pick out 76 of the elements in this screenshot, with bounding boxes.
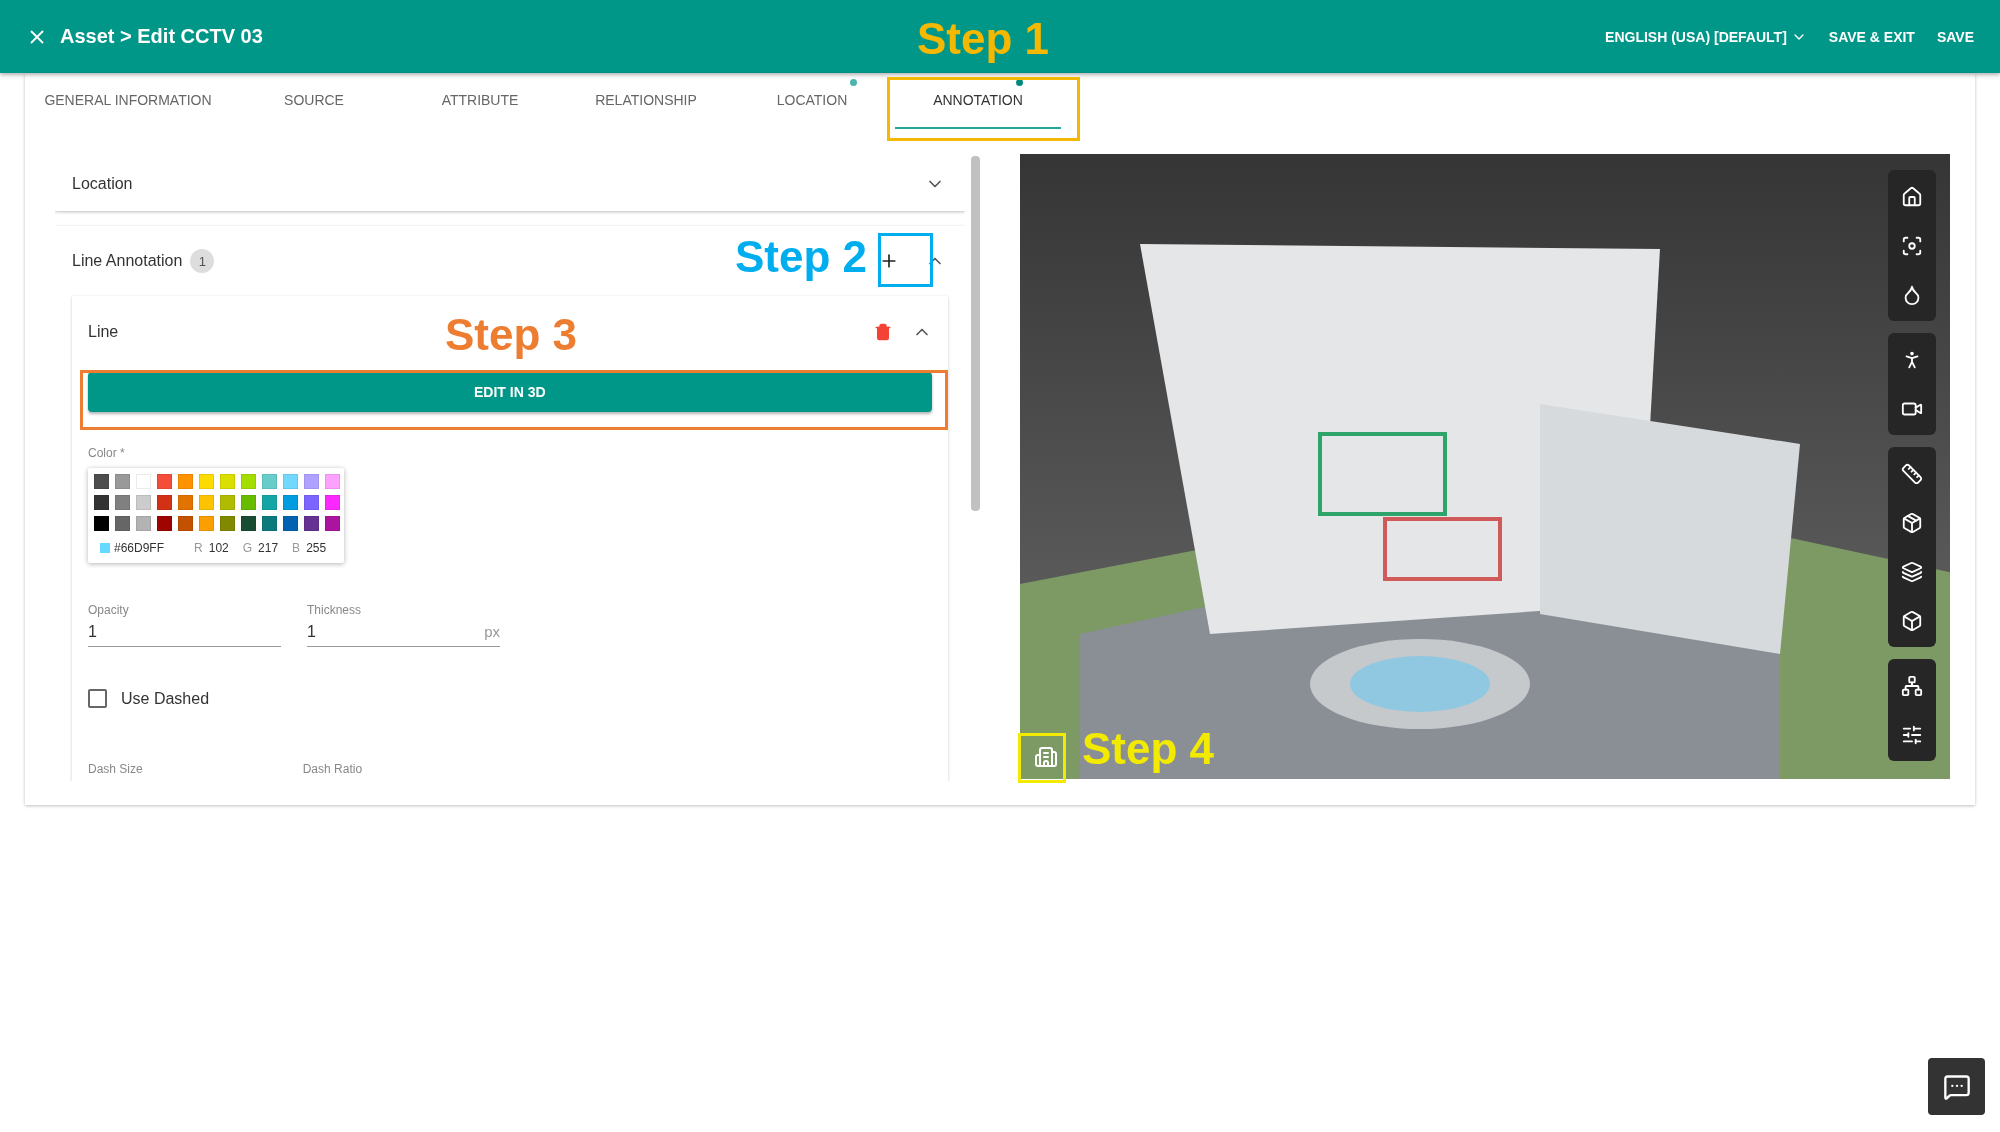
color-swatch[interactable]	[115, 495, 130, 510]
color-swatch[interactable]	[241, 474, 256, 489]
color-swatch[interactable]	[199, 495, 214, 510]
opacity-field[interactable]: 1	[88, 617, 281, 647]
color-swatch[interactable]	[199, 474, 214, 489]
step-label: Step 1	[917, 14, 1050, 64]
color-swatch[interactable]	[94, 516, 109, 531]
color-swatch[interactable]	[283, 516, 298, 531]
header-action-button[interactable]: SAVE	[1936, 28, 1974, 45]
step-label: Step 3	[445, 310, 578, 360]
color-swatch[interactable]	[241, 495, 256, 510]
color-swatch[interactable]	[220, 474, 235, 489]
color-swatch[interactable]	[94, 474, 109, 489]
step-label: Step 4	[1082, 724, 1215, 774]
color-swatch[interactable]	[304, 474, 319, 489]
delete-icon[interactable]	[873, 323, 892, 341]
thickness-field[interactable]: 1 px	[307, 617, 500, 647]
edit-in-3d-button[interactable]: EDIT IN 3D	[88, 372, 932, 412]
color-swatch[interactable]	[157, 495, 172, 510]
step-label: Step 2	[735, 232, 868, 282]
color-swatch[interactable]	[283, 474, 298, 489]
color-swatch[interactable]	[136, 495, 151, 510]
tab[interactable]: ATTRIBUTE	[397, 73, 563, 129]
color-swatch[interactable]	[325, 516, 340, 531]
tab[interactable]: ANNOTATION	[895, 73, 1061, 129]
color-swatch[interactable]	[304, 516, 319, 531]
field-label: G	[242, 541, 253, 555]
tab[interactable]: LOCATION	[729, 73, 895, 129]
checkbox-label: Use Dashed	[121, 689, 210, 708]
color-swatch[interactable]	[178, 474, 193, 489]
color-swatch[interactable]	[157, 474, 172, 489]
chat-icon	[1942, 1072, 1971, 1101]
field-label: Dash Ratio	[302, 762, 363, 776]
header-action-button[interactable]: SAVE & EXIT	[1828, 28, 1915, 45]
field-label: Thickness	[307, 603, 363, 617]
color-swatch[interactable]	[199, 516, 214, 531]
color-swatch[interactable]	[262, 495, 277, 510]
color-swatch[interactable]	[115, 516, 130, 531]
color-swatch[interactable]	[94, 495, 109, 510]
chat-button[interactable]	[1928, 1058, 1985, 1115]
color-swatch[interactable]	[220, 516, 235, 531]
location-panel[interactable]: Location	[55, 156, 965, 211]
hex-value[interactable]: #66D9FF	[114, 541, 165, 555]
b-channel-value[interactable]: 255	[306, 541, 327, 555]
count-badge: 1	[190, 249, 215, 273]
color-swatch[interactable]	[241, 516, 256, 531]
tab[interactable]: SOURCE	[231, 73, 397, 129]
color-swatch[interactable]	[115, 474, 130, 489]
field-label: Opacity	[88, 603, 130, 617]
field-label: Color *	[88, 446, 126, 460]
page-title: Asset > Edit CCTV 03	[60, 25, 263, 48]
g-channel-value[interactable]: 217	[258, 541, 279, 555]
color-swatch[interactable]	[157, 516, 172, 531]
color-swatch[interactable]	[178, 516, 193, 531]
field-label: B	[292, 541, 301, 555]
field-label: R	[194, 541, 203, 555]
scrollbar[interactable]	[970, 156, 980, 511]
color-swatch[interactable]	[325, 495, 340, 510]
checkbox[interactable]	[88, 689, 107, 708]
building-model-drawing[interactable]	[1019, 154, 1950, 779]
line-title: Line	[88, 323, 119, 341]
tab[interactable]: GENERAL INFORMATION	[25, 73, 231, 129]
tab[interactable]: RELATIONSHIP	[563, 73, 729, 129]
r-channel-value[interactable]: 102	[208, 541, 229, 555]
color-swatch[interactable]	[220, 495, 235, 510]
color-swatch[interactable]	[283, 495, 298, 510]
color-swatch[interactable]	[178, 495, 193, 510]
color-swatch[interactable]	[325, 474, 340, 489]
language-dropdown[interactable]: ENGLISH (USA) [DEFAULT]	[1605, 28, 1807, 45]
color-swatch[interactable]	[262, 474, 277, 489]
panel-title: Location	[72, 174, 133, 193]
panel-title: Line Annotation	[72, 252, 183, 270]
color-swatch[interactable]	[304, 495, 319, 510]
color-swatch[interactable]	[262, 516, 277, 531]
field-label: Dash Size	[88, 762, 143, 776]
color-swatch[interactable]	[136, 516, 151, 531]
